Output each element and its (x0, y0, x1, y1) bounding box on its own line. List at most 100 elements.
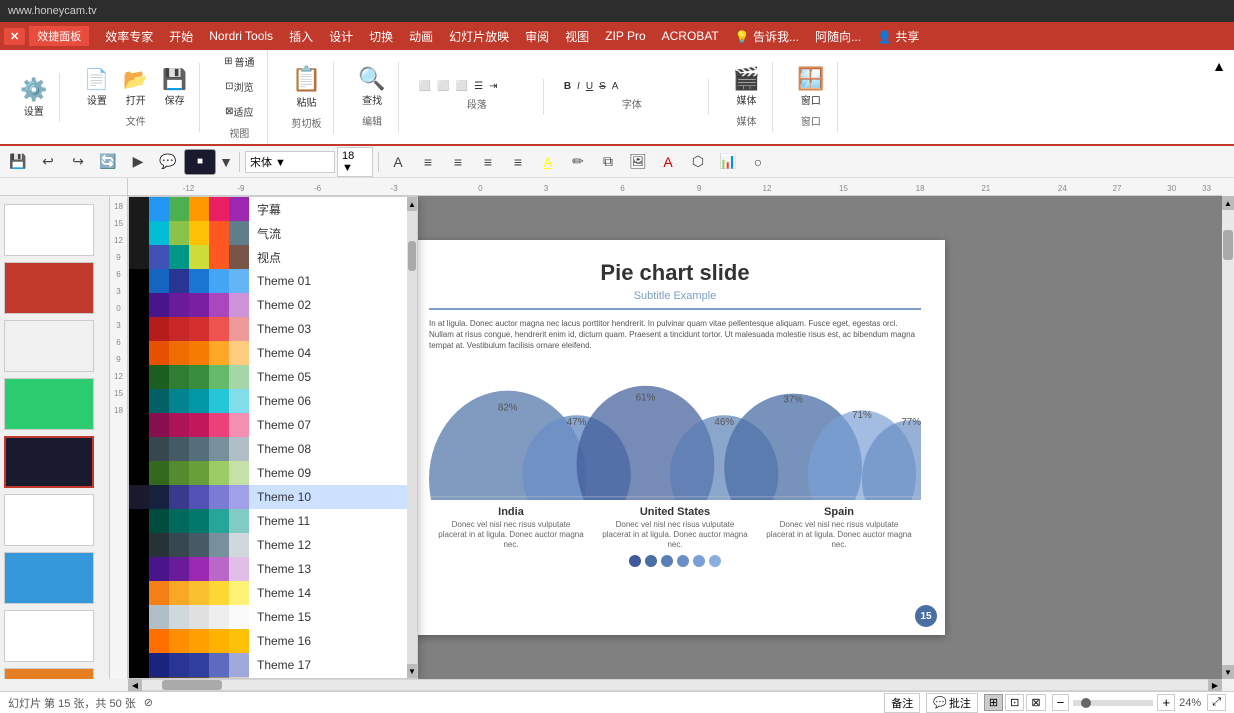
theme-item-13[interactable]: Theme 13 (129, 557, 417, 581)
vscroll-track[interactable] (1222, 210, 1234, 665)
theme-item-11[interactable]: Theme 11 (129, 509, 417, 533)
theme-item-3[interactable]: Theme 03 (129, 317, 417, 341)
menu-view[interactable]: 视图 (557, 24, 597, 49)
vscroll-up-btn[interactable]: ▲ (1222, 196, 1234, 210)
zoom-slider-thumb[interactable] (1081, 698, 1091, 708)
theme-item-15[interactable]: Theme 15 (129, 605, 417, 629)
tb2-circle-btn[interactable]: ○ (744, 149, 772, 175)
tb2-justify-btn[interactable]: ≡ (444, 149, 472, 175)
scroll-thumb[interactable] (408, 241, 416, 271)
theme-item-2[interactable]: Theme 02 (129, 293, 417, 317)
menu-animation[interactable]: 动画 (401, 24, 441, 49)
theme-item-6[interactable]: Theme 06 (129, 389, 417, 413)
slide-thumb[interactable]: 16 (4, 494, 94, 546)
design-view-btn[interactable]: ⊞普通 (218, 50, 260, 73)
slide-thumb[interactable]: 19 (4, 668, 94, 679)
font-family-dropdown[interactable]: 宋体 ▼ (245, 151, 335, 173)
collapse-ribbon-btn[interactable]: ▲ (1212, 58, 1226, 74)
tb2-chart-btn[interactable]: 📊 (714, 149, 742, 175)
menu-switch[interactable]: 切换 (361, 24, 401, 49)
present-btn[interactable]: ▶ (124, 149, 152, 175)
theme-item-18[interactable]: Theme 18 (129, 677, 417, 678)
new-btn[interactable]: 📄设置 (78, 63, 115, 111)
theme-color-btn[interactable]: ■ (184, 149, 216, 175)
scroll-track[interactable] (407, 211, 417, 664)
scroll-down-btn[interactable]: ▼ (407, 664, 417, 678)
notes-btn[interactable]: 备注 (884, 693, 920, 713)
font-size-dropdown[interactable]: 18 ▼ (337, 147, 373, 177)
tb2-center-btn[interactable]: ≡ (414, 149, 442, 175)
theme-special-item[interactable]: 气流 (129, 221, 417, 245)
redo-btn[interactable]: ↪ (64, 149, 92, 175)
right-vscroll[interactable]: ▲ ▼ (1222, 196, 1234, 679)
tb2-shape-btn[interactable]: ⬡ (684, 149, 712, 175)
theme-item-10[interactable]: Theme 10 (129, 485, 417, 509)
comment-btn[interactable]: 💬 (154, 149, 182, 175)
strikethrough-btn[interactable]: S (597, 79, 608, 94)
menu-tell[interactable]: 💡 告诉我... (727, 24, 807, 49)
italic-btn[interactable]: I (575, 79, 582, 94)
tb2-color-btn[interactable]: A (654, 149, 682, 175)
normal-view-btn[interactable]: ⊞ (984, 694, 1003, 711)
tb2-drawing-btn[interactable]: ✏ (564, 149, 592, 175)
vscroll-down-btn[interactable]: ▼ (1222, 665, 1234, 679)
hscroll-track[interactable] (142, 680, 1208, 690)
tb2-right-btn[interactable]: ≡ (474, 149, 502, 175)
refresh-btn[interactable]: 🔄 (94, 149, 122, 175)
theme-dropdown-btn[interactable]: ▼ (218, 149, 234, 175)
theme-special-item[interactable]: 字幕 (129, 197, 417, 221)
slide-thumb[interactable]: 12 (4, 262, 94, 314)
theme-item-16[interactable]: Theme 16 (129, 629, 417, 653)
list-btn[interactable]: ☰ (472, 79, 485, 94)
tb2-align-btn[interactable]: A (384, 149, 412, 175)
zoom-slider[interactable] (1073, 700, 1153, 706)
settings-btn[interactable]: ⚙️ 设置 (14, 73, 53, 122)
slide-thumb[interactable]: 11 (4, 204, 94, 256)
undo-btn[interactable]: ↩ (34, 149, 62, 175)
scroll-up-btn[interactable]: ▲ (407, 197, 417, 211)
tb2-full-btn[interactable]: ≡ (504, 149, 532, 175)
tb2-image-btn[interactable]: 🖼 (624, 149, 652, 175)
theme-item-7[interactable]: Theme 07 (129, 413, 417, 437)
open-btn[interactable]: 📂打开 (117, 63, 154, 111)
browse-btn[interactable]: ⊡浏览 (219, 75, 259, 98)
menu-nordri[interactable]: Nordri Tools (201, 25, 281, 47)
slide-thumb[interactable]: 15 (4, 436, 94, 488)
theme-item-12[interactable]: Theme 12 (129, 533, 417, 557)
fit-window-btn[interactable]: ⤢ (1207, 694, 1226, 711)
adapt-btn[interactable]: ⊠适应 (219, 100, 259, 123)
save-quick-btn[interactable]: 💾 (4, 149, 32, 175)
window-btn[interactable]: 🪟窗口 (791, 62, 830, 111)
menu-efficiency[interactable]: 效率专家 (97, 24, 161, 49)
find-btn[interactable]: 🔍查找 (352, 62, 391, 111)
menu-zippro[interactable]: ZIP Pro (597, 25, 653, 47)
slide-thumb[interactable]: 13 (4, 320, 94, 372)
menu-random[interactable]: 阿随向... (807, 24, 869, 49)
hscroll-thumb[interactable] (162, 680, 222, 690)
theme-item-5[interactable]: Theme 05 (129, 365, 417, 389)
theme-item-9[interactable]: Theme 09 (129, 461, 417, 485)
theme-item-17[interactable]: Theme 17 (129, 653, 417, 677)
menu-acrobat[interactable]: ACROBAT (654, 25, 727, 47)
menu-insert[interactable]: 插入 (281, 24, 321, 49)
menu-review[interactable]: 审阅 (517, 24, 557, 49)
theme-item-4[interactable]: Theme 04 (129, 341, 417, 365)
zoom-out-btn[interactable]: − (1052, 694, 1070, 711)
dropdown-scrollbar[interactable]: ▲ ▼ (407, 197, 417, 678)
media-btn[interactable]: 🎬媒体 (727, 62, 766, 111)
tb2-highlight-btn[interactable]: A̲ (534, 149, 562, 175)
indent-btn[interactable]: ⇥ (487, 79, 499, 94)
align-left-btn[interactable]: ⬜ (417, 79, 433, 94)
fontsize-btn[interactable]: A (610, 79, 621, 94)
slide-thumb[interactable]: 14 (4, 378, 94, 430)
hscroll[interactable]: ◀ ▶ (128, 679, 1222, 691)
bold-btn[interactable]: B (562, 79, 573, 94)
tb2-arrange-btn[interactable]: ⧉ (594, 149, 622, 175)
save-btn[interactable]: 💾保存 (156, 63, 193, 111)
slide-thumb[interactable]: 17 (4, 552, 94, 604)
slide-thumb[interactable]: 18 (4, 610, 94, 662)
theme-special-item[interactable]: 视点 (129, 245, 417, 269)
zoom-in-btn[interactable]: + (1157, 694, 1175, 711)
hscroll-left-btn[interactable]: ◀ (128, 679, 142, 691)
underline-btn[interactable]: U (584, 79, 595, 94)
